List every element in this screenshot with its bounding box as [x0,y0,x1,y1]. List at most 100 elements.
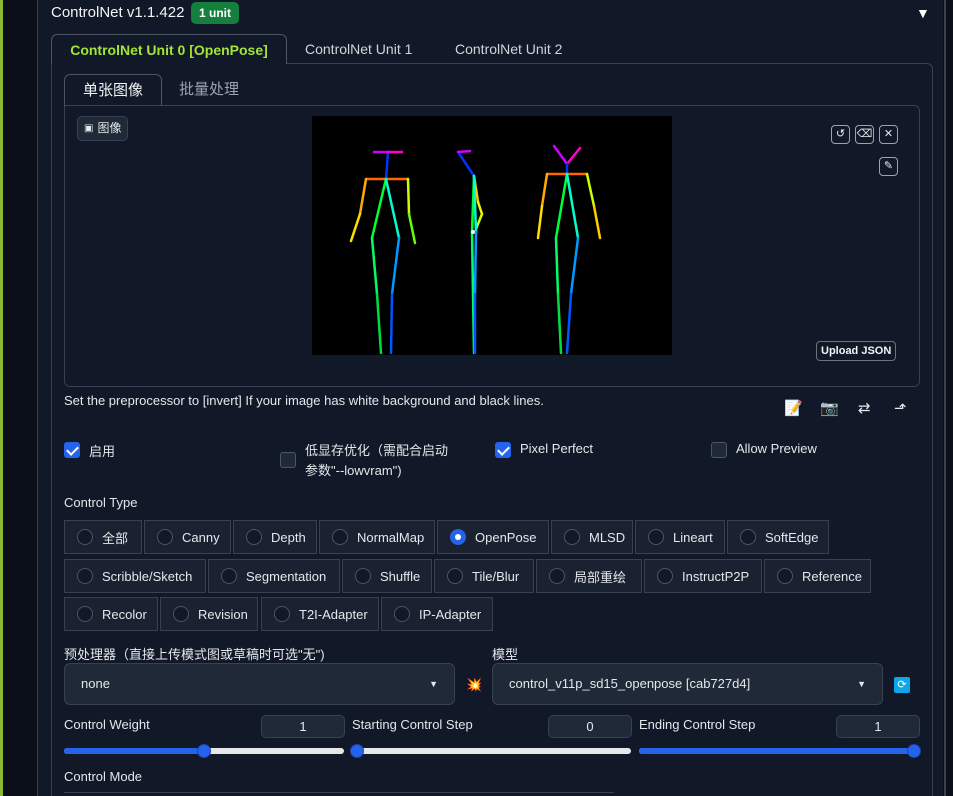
lowvram-label-line1: 低显存优化（需配合启动 [305,443,449,458]
pixel-perfect-check-box[interactable] [495,442,511,458]
chevron-down-icon: ▼ [429,679,438,689]
eraser-icon[interactable]: ⌫ [855,125,874,144]
control-weight-input[interactable]: 1 [261,715,345,738]
radio-label: NormalMap [357,529,425,545]
swap-icon[interactable]: ⇄ [858,399,871,417]
radio-dot [157,529,173,545]
lowvram-label-line2: 参数"--lowvram") [305,463,402,478]
edit-icon[interactable]: 📝 [784,399,803,417]
right-scrollbar[interactable] [944,0,946,796]
preprocessor-label: 预处理器（直接上传模式图或草稿时可选"无") [64,647,325,662]
invert-hint-text: Set the preprocessor to [invert] If your… [64,393,544,408]
radio-dot [777,568,793,584]
tab-unit-1[interactable]: ControlNet Unit 1 [305,34,412,64]
enable-label: 启用 [89,444,116,459]
radio-ip-adapter[interactable]: IP-Adapter [381,597,493,631]
radio-label: Lineart [673,529,713,545]
starting-step-input[interactable]: 0 [548,715,632,738]
radio-openpose[interactable]: OpenPose [437,520,549,554]
radio-dot [173,606,189,622]
run-preprocessor-icon[interactable]: 💥 [466,677,482,693]
allow-preview-label: Allow Preview [736,441,817,456]
radio-label: Recolor [102,606,147,622]
radio-label: MLSD [589,529,626,545]
radio-dot [332,529,348,545]
radio-dot [221,568,237,584]
radio-label: Tile/Blur [472,568,520,584]
allow-preview-check-box[interactable] [711,442,727,458]
control-type-label: Control Type [64,495,138,510]
radio-canny[interactable]: Canny [144,520,231,554]
tab-unit-0[interactable]: ControlNet Unit 0 [OpenPose] [51,34,287,64]
preprocessor-select[interactable]: none ▼ [64,663,455,705]
close-icon[interactable]: ✕ [879,125,898,144]
radio-dot [648,529,664,545]
radio-mlsd[interactable]: MLSD [551,520,633,554]
image-icon: ▣ [84,123,94,134]
radio-dot [657,568,673,584]
radio-label: IP-Adapter [419,606,482,622]
control-weight-label: Control Weight [64,717,150,732]
ending-step-input[interactable]: 1 [836,715,920,738]
radio-label: Canny [182,529,220,545]
undo-icon[interactable]: ↺ [831,125,850,144]
brush-icon[interactable]: ✎ [879,157,898,176]
radio-dot [77,529,93,545]
radio-label: SoftEdge [765,529,819,545]
radio-normalmap[interactable]: NormalMap [319,520,435,554]
radio-recolor[interactable]: Recolor [64,597,158,631]
radio-dot [274,606,290,622]
radio-dot [246,529,262,545]
slider-thumb[interactable] [907,744,921,758]
camera-icon[interactable]: 📷 [820,399,839,417]
model-value: control_v11p_sd15_openpose [cab727d4] [509,676,751,691]
radio-label: Revision [198,606,248,622]
radio-revision[interactable]: Revision [160,597,258,631]
enable-checkbox[interactable]: 启用 [64,441,115,460]
radio-t2i-adapter[interactable]: T2I-Adapter [261,597,379,631]
radio-all[interactable]: 全部 [64,520,142,554]
slider-thumb[interactable] [350,744,364,758]
pose-canvas[interactable] [312,116,672,355]
starting-step-label: Starting Control Step [352,717,473,732]
ending-step-slider[interactable] [639,744,921,758]
refresh-models-icon[interactable]: ⟳ [894,677,910,693]
allow-preview-checkbox[interactable]: Allow Preview [711,441,817,458]
radio-tile-blur[interactable]: Tile/Blur [434,559,534,593]
lowvram-checkbox[interactable]: 低显存优化（需配合启动 参数"--lowvram") [280,441,448,481]
radio-depth[interactable]: Depth [233,520,317,554]
slider-thumb[interactable] [197,744,211,758]
tab-batch[interactable]: 批量处理 [179,74,239,106]
radio-lineart[interactable]: Lineart [635,520,725,554]
slider-fill [639,748,919,754]
tab-unit-2[interactable]: ControlNet Unit 2 [455,34,562,64]
radio-softedge[interactable]: SoftEdge [727,520,829,554]
model-select[interactable]: control_v11p_sd15_openpose [cab727d4] ▼ [492,663,883,705]
pixel-perfect-checkbox[interactable]: Pixel Perfect [495,441,593,458]
lowvram-label: 低显存优化（需配合启动 参数"--lowvram") [305,441,448,481]
lowvram-check-box[interactable] [280,452,296,468]
upload-json-button[interactable]: Upload JSON [816,341,897,361]
radio-label: T2I-Adapter [299,606,368,622]
radio-dot [549,568,565,584]
enable-check-box[interactable] [64,442,80,458]
image-label-text: 图像 [97,121,122,135]
triangle-down-icon[interactable]: ▼ [916,5,930,21]
control-weight-slider[interactable] [64,744,344,758]
control-mode-radio-row [64,792,614,796]
preprocessor-value: none [81,676,110,691]
chevron-down-icon: ▼ [857,679,866,689]
radio-reference[interactable]: Reference [764,559,871,593]
control-mode-label: Control Mode [64,769,143,784]
radio-label: 局部重绘 [574,569,627,585]
radio-dot [77,606,93,622]
send-dimensions-icon[interactable]: ⬏ [894,399,907,417]
starting-step-slider[interactable] [350,744,631,758]
radio-scribble-sketch[interactable]: Scribble/Sketch [64,559,206,593]
tab-single-image[interactable]: 单张图像 [64,74,162,106]
radio-shuffle[interactable]: Shuffle [342,559,432,593]
radio-dot [355,568,371,584]
radio-instructp2p[interactable]: InstructP2P [644,559,762,593]
radio-inpaint[interactable]: 局部重绘 [536,559,642,593]
radio-segmentation[interactable]: Segmentation [208,559,340,593]
